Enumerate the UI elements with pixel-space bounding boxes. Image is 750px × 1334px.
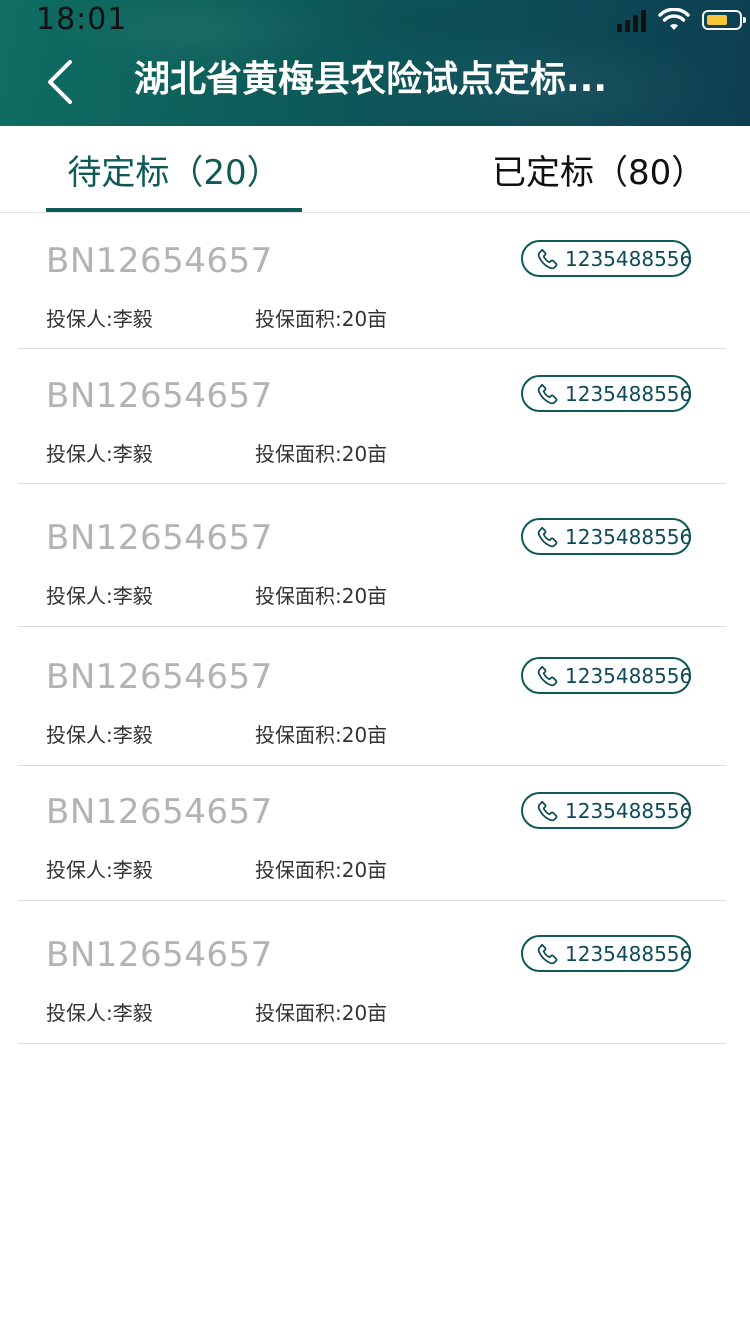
phone-number: 1235488556 — [565, 798, 693, 823]
list-item[interactable]: BN12654657 1235488556 投保人:李毅 投保面积:20亩 — [18, 901, 726, 1044]
phone-number: 1235488556 — [565, 524, 693, 549]
phone-button[interactable]: 1235488556 — [521, 935, 693, 972]
phone-number: 1235488556 — [565, 941, 693, 966]
list-item[interactable]: BN12654657 1235488556 投保人:李毅 投保面积:20亩 — [18, 213, 726, 349]
app-header: 18:01 湖北省黄梅县农险试点定标... — [0, 0, 750, 126]
phone-button[interactable]: 1235488556 — [521, 792, 693, 829]
policy-number: BN12654657 — [46, 792, 273, 832]
tab-bar: 待定标（20） 已定标（80） — [0, 126, 750, 213]
insured-name: 投保人:李毅 — [46, 858, 153, 882]
insured-name: 投保人:李毅 — [46, 584, 153, 608]
policy-number: BN12654657 — [46, 376, 273, 416]
list-item[interactable]: BN12654657 1235488556 投保人:李毅 投保面积:20亩 — [18, 627, 726, 766]
status-icons — [617, 4, 746, 36]
list-item[interactable]: BN12654657 1235488556 投保人:李毅 投保面积:20亩 — [18, 484, 726, 627]
back-button[interactable] — [40, 58, 80, 106]
insured-area: 投保面积:20亩 — [255, 1001, 388, 1025]
page-title: 湖北省黄梅县农险试点定标... — [134, 59, 608, 100]
insured-area: 投保面积:20亩 — [255, 723, 388, 747]
insured-area: 投保面积:20亩 — [255, 442, 388, 466]
phone-number: 1235488556 — [565, 246, 693, 271]
wifi-icon — [658, 8, 690, 30]
phone-number: 1235488556 — [565, 381, 693, 406]
insured-area: 投保面积:20亩 — [255, 584, 388, 608]
policy-number: BN12654657 — [46, 518, 273, 558]
phone-icon — [537, 800, 558, 821]
phone-button[interactable]: 1235488556 — [521, 375, 693, 412]
insured-name: 投保人:李毅 — [46, 307, 153, 331]
phone-button[interactable]: 1235488556 — [521, 240, 693, 277]
policy-number: BN12654657 — [46, 241, 273, 281]
phone-icon — [537, 665, 558, 686]
tab-pending[interactable]: 待定标（20） — [46, 126, 302, 212]
phone-icon — [537, 943, 558, 964]
insured-area: 投保面积:20亩 — [255, 858, 388, 882]
insured-name: 投保人:李毅 — [46, 442, 153, 466]
insured-name: 投保人:李毅 — [46, 723, 153, 747]
insured-name: 投保人:李毅 — [46, 1001, 153, 1025]
phone-button[interactable]: 1235488556 — [521, 657, 693, 694]
phone-icon — [537, 526, 558, 547]
phone-button[interactable]: 1235488556 — [521, 518, 693, 555]
policy-number: BN12654657 — [46, 657, 273, 697]
phone-number: 1235488556 — [565, 663, 693, 688]
list-item[interactable]: BN12654657 1235488556 投保人:李毅 投保面积:20亩 — [18, 349, 726, 484]
policy-list: BN12654657 1235488556 投保人:李毅 投保面积:20亩 BN… — [18, 213, 726, 1044]
signal-icon — [617, 8, 646, 32]
chevron-left-icon — [48, 60, 72, 104]
insured-area: 投保面积:20亩 — [255, 307, 388, 331]
status-time: 18:01 — [36, 2, 128, 37]
list-item[interactable]: BN12654657 1235488556 投保人:李毅 投保面积:20亩 — [18, 766, 726, 901]
battery-icon — [702, 10, 746, 30]
policy-number: BN12654657 — [46, 935, 273, 975]
tab-completed[interactable]: 已定标（80） — [492, 126, 712, 212]
phone-icon — [537, 383, 558, 404]
phone-icon — [537, 248, 558, 269]
